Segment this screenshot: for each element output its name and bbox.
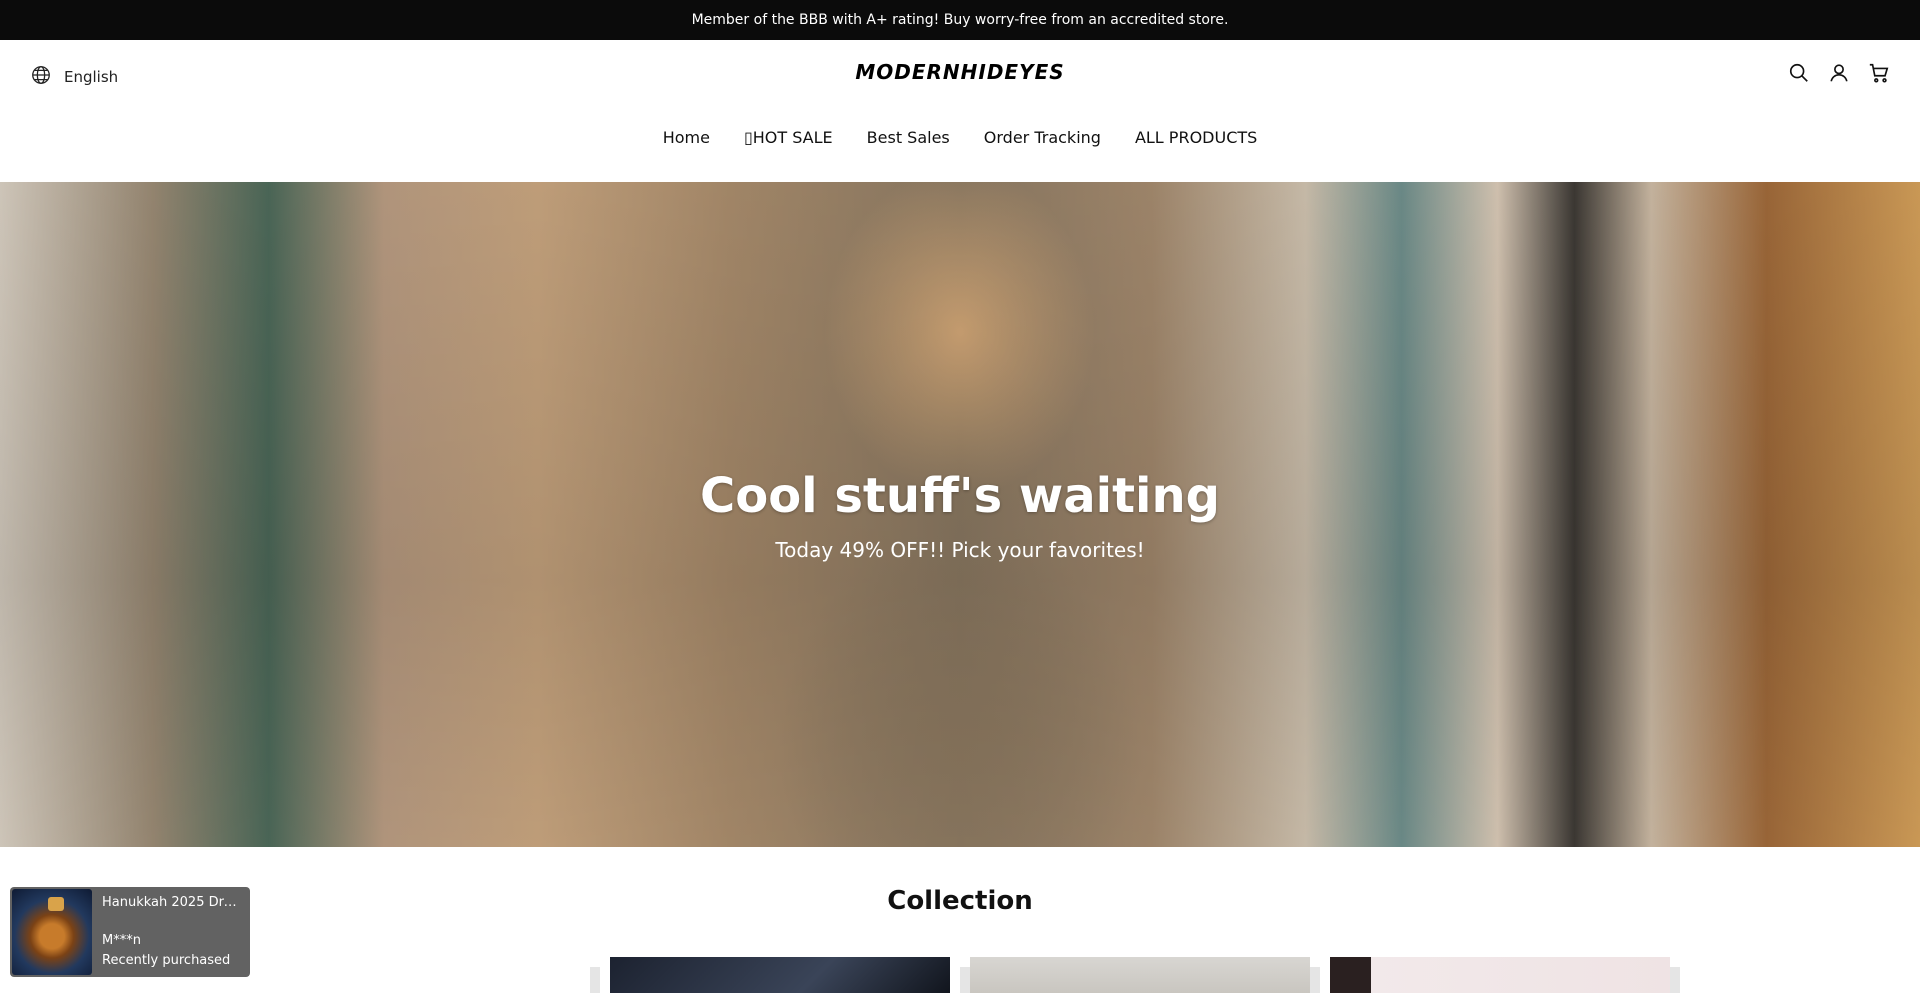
- nav-best-sales[interactable]: Best Sales: [867, 128, 950, 147]
- collection-card[interactable]: [610, 957, 950, 993]
- carousel-edge: [1310, 967, 1320, 993]
- site-header: English MODERNHIDEYES: [0, 40, 1920, 110]
- hero-subtitle: Today 49% OFF!! Pick your favorites!: [775, 538, 1145, 562]
- hero-title: Cool stuff's waiting: [699, 468, 1220, 524]
- site-logo[interactable]: MODERNHIDEYES: [0, 60, 1920, 84]
- collection-cards: [590, 957, 1680, 993]
- carousel-edge-left: [590, 967, 600, 993]
- popup-status: Recently purchased: [102, 953, 231, 968]
- nav-order-tracking[interactable]: Order Tracking: [984, 128, 1101, 147]
- hero-text: Cool stuff's waiting Today 49% OFF!! Pic…: [0, 468, 1920, 562]
- announcement-text: Member of the BBB with A+ rating! Buy wo…: [691, 12, 1229, 28]
- collection-card[interactable]: [1330, 957, 1670, 993]
- hero-banner[interactable]: Cool stuff's waiting Today 49% OFF!! Pic…: [0, 182, 1920, 847]
- popup-buyer: M***n: [102, 933, 141, 948]
- collection-card[interactable]: [970, 957, 1310, 993]
- popup-product-name: Hanukkah 2025 Drei...: [102, 895, 242, 910]
- cart-icon[interactable]: [1868, 62, 1890, 84]
- header-actions: [1788, 62, 1890, 84]
- search-icon[interactable]: [1788, 62, 1810, 84]
- nav-home[interactable]: Home: [663, 128, 710, 147]
- collection-heading: Collection: [887, 886, 1033, 916]
- popup-body: Hanukkah 2025 Drei... M***n Recently pur…: [94, 887, 250, 977]
- carousel-edge-right: [1670, 967, 1680, 993]
- announcement-bar: Member of the BBB with A+ rating! Buy wo…: [0, 0, 1920, 40]
- main-nav: Home ▯HOT SALE Best Sales Order Tracking…: [0, 128, 1920, 147]
- product-thumbnail: [12, 889, 92, 975]
- nav-hot-sale[interactable]: ▯HOT SALE: [744, 128, 833, 147]
- nav-all-products[interactable]: ALL PRODUCTS: [1135, 128, 1257, 147]
- carousel-edge: [960, 967, 970, 993]
- recent-purchase-popup[interactable]: Hanukkah 2025 Drei... M***n Recently pur…: [10, 887, 250, 977]
- account-icon[interactable]: [1828, 62, 1850, 84]
